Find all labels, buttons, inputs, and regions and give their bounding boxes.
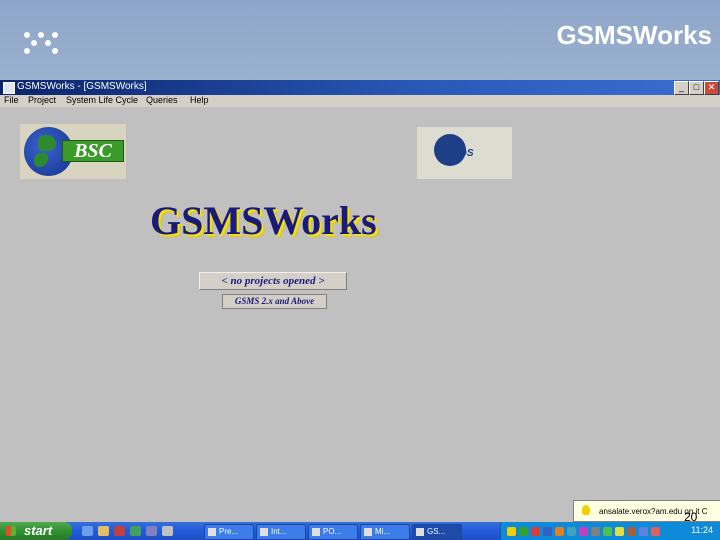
- tray-icon[interactable]: [651, 527, 660, 536]
- menu-queries[interactable]: Queries: [146, 95, 178, 105]
- title-bar[interactable]: GSMSWorks - [GSMSWorks] _ □ ✕: [0, 80, 720, 95]
- tray-icon[interactable]: [519, 527, 528, 536]
- app-icon[interactable]: [3, 82, 15, 94]
- taskbar-item[interactable]: PO...: [308, 524, 358, 540]
- windows-flag-icon: [6, 526, 16, 536]
- system-tray: 11:24: [500, 522, 720, 540]
- taskbar-item[interactable]: Mi...: [360, 524, 410, 540]
- lightbulb-icon: [582, 505, 590, 515]
- main-content: BSC EDS GSMSWorks < no projects opened >…: [0, 107, 720, 522]
- start-button[interactable]: start: [0, 522, 72, 540]
- taskbar-item[interactable]: Int...: [256, 524, 306, 540]
- window-title: GSMSWorks - [GSMSWorks]: [17, 81, 147, 92]
- menu-file[interactable]: File: [4, 95, 19, 105]
- quicklaunch-ie-icon[interactable]: [82, 526, 93, 536]
- bsc-logo: BSC: [20, 124, 126, 179]
- menu-project[interactable]: Project: [28, 95, 56, 105]
- tray-icon[interactable]: [579, 527, 588, 536]
- app-logo-text: GSMSWorks: [150, 198, 377, 243]
- quicklaunch-app3-icon[interactable]: [146, 526, 157, 536]
- no-projects-button[interactable]: < no projects opened >: [199, 272, 347, 290]
- tray-icon[interactable]: [507, 527, 516, 536]
- minimize-button[interactable]: _: [674, 81, 689, 95]
- tray-icon[interactable]: [603, 527, 612, 536]
- tray-icon[interactable]: [591, 527, 600, 536]
- quicklaunch-app-icon[interactable]: [114, 526, 125, 536]
- tray-icon[interactable]: [567, 527, 576, 536]
- tooltip: ansalate.verox?am.edu on it C: [573, 500, 720, 522]
- tray-icon[interactable]: [555, 527, 564, 536]
- menu-bar: File Project System Life Cycle Queries H…: [0, 95, 720, 107]
- bsc-logo-text: BSC: [62, 140, 124, 162]
- slide-title: GSMSWorks: [556, 20, 712, 50]
- eds-logo-text: EDS: [453, 148, 474, 159]
- quicklaunch-app2-icon[interactable]: [130, 526, 141, 536]
- tray-icon[interactable]: [543, 527, 552, 536]
- quicklaunch-folder-icon[interactable]: [98, 526, 109, 536]
- taskbar-item[interactable]: Pre...: [204, 524, 254, 540]
- tray-icon[interactable]: [531, 527, 540, 536]
- taskbar-item-active[interactable]: GS...: [412, 524, 462, 540]
- eds-logo: EDS: [417, 127, 512, 179]
- tray-icon[interactable]: [639, 527, 648, 536]
- quicklaunch-app4-icon[interactable]: [162, 526, 173, 536]
- taskbar: start Pre... Int... PO... Mi... GS... 11…: [0, 522, 720, 540]
- dots-logo-icon: [24, 32, 60, 54]
- menu-system-life-cycle[interactable]: System Life Cycle: [66, 95, 138, 105]
- menu-help[interactable]: Help: [190, 95, 209, 105]
- close-button[interactable]: ✕: [704, 81, 719, 95]
- version-label: GSMS 2.x and Above: [222, 294, 327, 309]
- app-window: GSMSWorks - [GSMSWorks] _ □ ✕ File Proje…: [0, 80, 720, 522]
- slide-header: GSMSWorks: [0, 0, 720, 80]
- maximize-button[interactable]: □: [689, 81, 704, 95]
- tray-icon[interactable]: [615, 527, 624, 536]
- tray-icon[interactable]: [627, 527, 636, 536]
- start-label: start: [24, 523, 53, 538]
- clock: 11:24: [691, 525, 713, 535]
